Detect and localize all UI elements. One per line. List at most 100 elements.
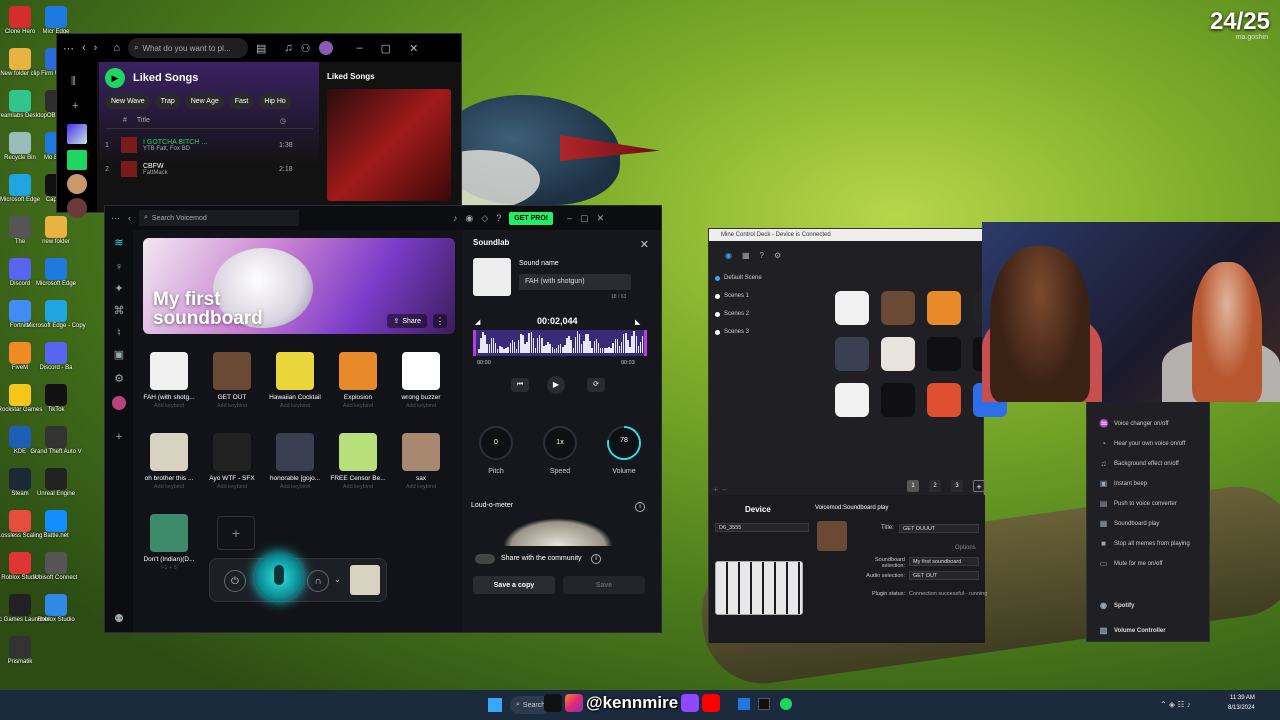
sound-tile[interactable]: honorable [gojo... Add keybind	[265, 433, 325, 490]
close-icon[interactable]: ✕	[409, 42, 418, 55]
sound-keybind[interactable]: Add keybind	[217, 403, 247, 409]
action-item[interactable]: ▦ Soundboard play	[1099, 519, 1160, 528]
maximize-icon[interactable]: ▢	[580, 213, 589, 224]
sound-tile[interactable]: Explosion Add keybind	[328, 352, 388, 409]
voicemod-search-input[interactable]: Search Voicemod	[152, 215, 207, 222]
home-icon[interactable]: ◉	[725, 251, 732, 260]
spotify-search-input[interactable]: What do you want to pl...	[142, 44, 230, 53]
help-icon[interactable]: ?	[496, 213, 501, 223]
playlist-thumb[interactable]	[67, 174, 87, 194]
play-button[interactable]: ▶	[547, 376, 565, 394]
maximize-icon[interactable]: ▢	[381, 42, 391, 55]
sound-keybind[interactable]: Add keybind	[217, 484, 247, 490]
title-input[interactable]: GET OUUUT	[899, 524, 979, 533]
action-item[interactable]: ♒ Voice changer on/off	[1099, 419, 1169, 428]
tray-icons[interactable]: ⌃ ◈ ☷ ♪	[1160, 700, 1191, 709]
desktop-icon[interactable]: New folder clip	[0, 48, 40, 78]
page-button[interactable]: 2	[929, 480, 941, 492]
sound-keybind[interactable]: Add keybind	[343, 403, 373, 409]
scene-item[interactable]: Default Scene	[715, 275, 762, 281]
scene-item[interactable]: Scenes 3	[715, 329, 749, 335]
desktop-icon[interactable]: TikTok	[38, 384, 74, 414]
tag-icon[interactable]: ◇	[481, 213, 488, 224]
settings-icon[interactable]: ⚙	[112, 372, 126, 386]
bell-icon[interactable]: ♫	[284, 42, 292, 54]
deck-key[interactable]	[835, 383, 869, 417]
spotify-search[interactable]: ⌕ What do you want to pl...	[128, 38, 248, 58]
desktop-icon[interactable]: Epic Games Launcher	[0, 594, 50, 624]
action-item[interactable]: ▤ Push to voice converter	[1099, 499, 1177, 508]
desktop-icon[interactable]: Microsoft Edge	[0, 174, 40, 204]
info-icon[interactable]: i	[635, 502, 645, 512]
sound-keybind[interactable]: Add keybind	[280, 403, 310, 409]
profile-icon[interactable]	[112, 396, 126, 410]
desktop-icon[interactable]: Prismatik	[2, 636, 38, 666]
library-icon[interactable]: ⫼	[71, 76, 76, 87]
store-icon[interactable]: ▣	[112, 348, 126, 362]
save-button[interactable]: Save	[563, 576, 645, 594]
friends-icon[interactable]: ⚇	[301, 42, 311, 55]
genre-chip[interactable]: Hip Ho	[258, 94, 292, 109]
desktop-icon[interactable]: Ubisoft Connect	[35, 552, 77, 582]
scene-item[interactable]: Scenes 2	[715, 311, 749, 317]
sound-tile[interactable]: Don't (Indian)(D... F2 + 5	[139, 514, 199, 571]
genre-chip[interactable]: New Wave	[105, 94, 151, 109]
selected-sound-thumb[interactable]	[350, 565, 380, 595]
page-button[interactable]: 3	[951, 480, 963, 492]
deck-key[interactable]	[927, 337, 961, 371]
desktop-icon[interactable]: Recycle Bin	[2, 132, 38, 162]
bell-icon[interactable]: ♪	[453, 213, 458, 223]
sound-keybind[interactable]: Add keybind	[406, 484, 436, 490]
close-icon[interactable]: ✕	[640, 238, 649, 251]
soundboard-icon[interactable]: ⌘	[112, 304, 126, 318]
desktop-icon[interactable]: Unreal Engine	[37, 468, 75, 498]
sound-tile[interactable]: oh brother this ... Add keybind	[139, 433, 199, 490]
sound-name-input[interactable]: FAH (with shotgun)	[519, 274, 631, 290]
desktop-icon[interactable]: Discord - Ba	[38, 342, 74, 372]
back-icon[interactable]: ‹	[128, 213, 131, 223]
discord-icon[interactable]: ◉	[466, 213, 474, 224]
deck-key[interactable]	[927, 291, 961, 325]
desktop-icon[interactable]: Rockstar Games	[0, 384, 42, 414]
explorer-icon[interactable]	[738, 698, 750, 710]
volume-knob[interactable]: 78	[607, 426, 641, 460]
menu-dots-icon[interactable]: ⋯	[111, 213, 120, 224]
loop-button[interactable]: ⟳	[587, 378, 605, 392]
share-community-toggle[interactable]	[475, 554, 495, 564]
voicemod-search[interactable]: ⌕ Search Voicemod	[139, 210, 299, 226]
sound-tile[interactable]: GET OUT Add keybind	[202, 352, 262, 409]
deck-key[interactable]	[927, 383, 961, 417]
user-icon[interactable]: ⚉	[112, 612, 126, 626]
sound-keybind[interactable]: Add keybind	[154, 403, 184, 409]
add-sound-button[interactable]: +	[217, 516, 255, 550]
desktop-icon[interactable]: Streamlabs Desktop	[0, 90, 47, 120]
desktop-icon[interactable]: Lossless Scaling	[0, 510, 42, 540]
browse-icon[interactable]: ▤	[256, 42, 266, 55]
deck-key[interactable]	[835, 337, 869, 371]
sound-tile[interactable]: Hawaiian Cocktail Add keybind	[265, 352, 325, 409]
desktop-icon[interactable]: Grand Theft Auto V	[30, 426, 82, 456]
spotify-icon[interactable]	[780, 698, 792, 710]
soundboard-select[interactable]: My first soundboard	[909, 557, 979, 566]
deck-key[interactable]	[881, 291, 915, 325]
liked-songs-thumb[interactable]	[67, 124, 87, 144]
track-row[interactable]: 1 I GOTCHA BITCH ... YTB Fatt, Fox BD 1:38	[105, 137, 313, 153]
desktop-icon[interactable]: Roblox Studio	[1, 552, 39, 582]
sound-keybind[interactable]: Add keybind	[154, 484, 184, 490]
desktop-icon[interactable]: The	[2, 216, 38, 246]
action-item[interactable]: ◉ Spotify	[1099, 601, 1134, 610]
action-item[interactable]: ◔ Hear your own voice on/off	[1099, 439, 1185, 448]
share-button[interactable]: ⇪ Share	[387, 314, 427, 328]
sound-keybind[interactable]: Add keybind	[343, 484, 373, 490]
play-button[interactable]: ▶	[105, 68, 125, 88]
deck-key[interactable]	[881, 383, 915, 417]
genre-chip[interactable]: New Age	[184, 94, 225, 109]
sound-tile[interactable]: Ayo WTF - SFX Add keybind	[202, 433, 262, 490]
trim-end-handle[interactable]: ◣	[635, 318, 640, 326]
desktop-icon[interactable]: Microsoft Edge	[36, 258, 76, 288]
page-button[interactable]: 1	[907, 480, 919, 492]
deck-key[interactable]	[835, 291, 869, 325]
action-item[interactable]: ▣ Instant beep	[1099, 479, 1147, 488]
menu-dots-icon[interactable]: ⋯	[63, 42, 74, 55]
action-item[interactable]: ▭ Mute for me on/off	[1099, 559, 1163, 568]
